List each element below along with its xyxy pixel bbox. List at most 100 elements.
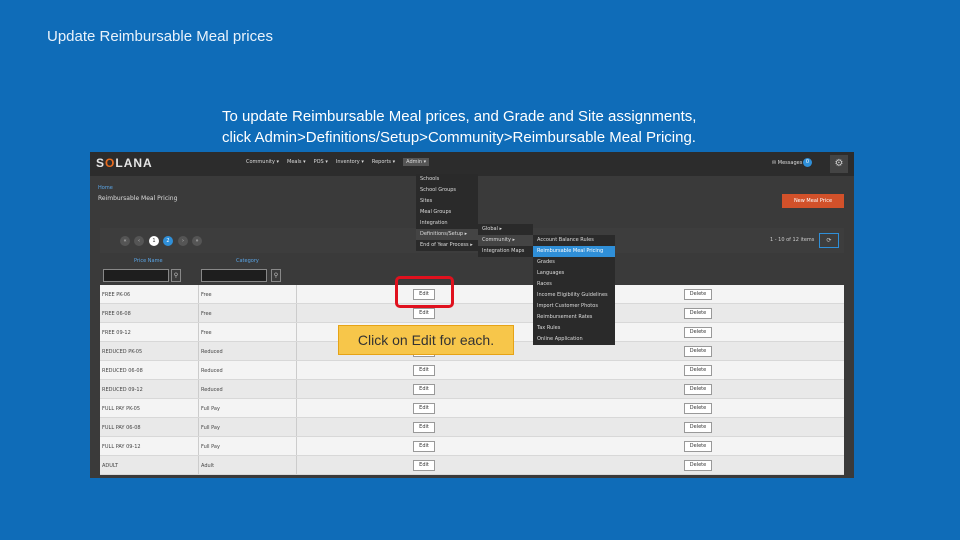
column-divider bbox=[198, 304, 199, 322]
caption-line-2: click Admin>Definitions/Setup>Community>… bbox=[222, 129, 696, 146]
delete-button[interactable]: Delete bbox=[684, 289, 712, 300]
menu-item[interactable]: Grades bbox=[533, 257, 615, 268]
column-header-category[interactable]: Category bbox=[236, 258, 259, 264]
edit-callout: Click on Edit for each. bbox=[338, 325, 514, 355]
delete-button[interactable]: Delete bbox=[684, 441, 712, 452]
pager-last-button[interactable]: » bbox=[192, 236, 202, 246]
menu-item[interactable]: School Groups bbox=[416, 185, 478, 196]
menu-item[interactable]: Global ▸ bbox=[478, 224, 533, 235]
category-cell: Free bbox=[201, 311, 212, 317]
edit-button[interactable]: Edit bbox=[413, 422, 435, 433]
breadcrumb[interactable]: Home bbox=[98, 185, 113, 191]
delete-button[interactable]: Delete bbox=[684, 308, 712, 319]
delete-button[interactable]: Delete bbox=[684, 346, 712, 357]
delete-button[interactable]: Delete bbox=[684, 327, 712, 338]
messages-link[interactable]: ✉ Messages bbox=[772, 160, 802, 166]
column-divider bbox=[296, 361, 297, 379]
price-name-cell: FULL PAY 09-12 bbox=[102, 444, 141, 450]
grid-header: Price Name Category ⚲ ⚲ bbox=[100, 253, 844, 285]
category-cell: Reduced bbox=[201, 368, 223, 374]
column-divider bbox=[296, 456, 297, 474]
delete-button[interactable]: Delete bbox=[684, 365, 712, 376]
nav-admin[interactable]: Admin ▾ bbox=[403, 158, 430, 166]
edit-button[interactable]: Edit bbox=[413, 441, 435, 452]
edit-button[interactable]: Edit bbox=[413, 365, 435, 376]
menu-item[interactable]: Definitions/Setup ▸ bbox=[416, 229, 478, 240]
column-divider bbox=[296, 380, 297, 398]
table-row: FREE 06-08 Free Edit Delete bbox=[100, 304, 844, 323]
delete-button[interactable]: Delete bbox=[684, 460, 712, 471]
column-divider bbox=[198, 418, 199, 436]
pager-page-1[interactable]: 1 bbox=[149, 236, 159, 246]
edit-button[interactable]: Edit bbox=[413, 460, 435, 471]
column-divider bbox=[198, 380, 199, 398]
logo-text-o: O bbox=[105, 156, 116, 170]
column-divider bbox=[198, 342, 199, 360]
nav-pos[interactable]: POS ▾ bbox=[314, 159, 328, 166]
column-divider bbox=[296, 285, 297, 303]
messages-label: Messages bbox=[777, 160, 803, 166]
gear-icon[interactable]: ⚙ bbox=[830, 155, 848, 173]
column-divider bbox=[296, 323, 297, 341]
grid-rows: FREE PK-06 Free Edit Delete FREE 06-08 Free Ed… bbox=[100, 285, 844, 475]
menu-item[interactable]: Sites bbox=[416, 196, 478, 207]
new-meal-price-button[interactable]: New Meal Price bbox=[782, 194, 844, 208]
table-row: FULL PAY PK-05 Full Pay Edit Delete bbox=[100, 399, 844, 418]
edit-button[interactable]: Edit bbox=[413, 403, 435, 414]
delete-button[interactable]: Delete bbox=[684, 422, 712, 433]
menu-item[interactable]: Tax Rules bbox=[533, 323, 615, 334]
column-divider bbox=[296, 437, 297, 455]
price-name-filter-input[interactable] bbox=[103, 269, 169, 282]
delete-button[interactable]: Delete bbox=[684, 403, 712, 414]
edit-button[interactable]: Edit bbox=[413, 384, 435, 395]
menu-item[interactable]: Schools bbox=[416, 174, 478, 185]
table-row: FREE PK-06 Free Edit Delete bbox=[100, 285, 844, 304]
menu-item[interactable]: End of Year Process ▸ bbox=[416, 240, 478, 251]
menu-item[interactable]: Online Application bbox=[533, 334, 615, 345]
messages-count-badge: 0 bbox=[803, 158, 812, 167]
price-name-cell: REDUCED PK-05 bbox=[102, 349, 143, 355]
category-cell: Reduced bbox=[201, 387, 223, 393]
caption-line-1: To update Reimbursable Meal prices, and … bbox=[222, 108, 697, 125]
edit-highlight-box bbox=[395, 276, 454, 308]
delete-button[interactable]: Delete bbox=[684, 384, 712, 395]
price-name-cell: REDUCED 09-12 bbox=[102, 387, 143, 393]
menu-item[interactable]: Meal Groups bbox=[416, 207, 478, 218]
menu-item[interactable]: Income Eligibility Guidelines bbox=[533, 290, 615, 301]
menu-item[interactable]: Integration bbox=[416, 218, 478, 229]
nav-reports[interactable]: Reports ▾ bbox=[372, 159, 395, 166]
menu-item[interactable]: Reimbursable Meal Pricing bbox=[533, 246, 615, 257]
nav-inventory[interactable]: Inventory ▾ bbox=[336, 159, 364, 166]
slide-title: Update Reimbursable Meal prices bbox=[47, 28, 273, 45]
menu-item[interactable]: Reimbursement Rates bbox=[533, 312, 615, 323]
refresh-icon[interactable]: ⟳ bbox=[819, 233, 839, 248]
table-row: FULL PAY 09-12 Full Pay Edit Delete bbox=[100, 437, 844, 456]
filter-icon[interactable]: ⚲ bbox=[271, 269, 281, 282]
app-screenshot: SOLANA Community ▾ Meals ▾ POS ▾ Invento… bbox=[90, 152, 854, 478]
pager-next-button[interactable]: › bbox=[178, 236, 188, 246]
nav-meals[interactable]: Meals ▾ bbox=[287, 159, 306, 166]
price-name-cell: REDUCED 06-08 bbox=[102, 368, 143, 374]
menu-item[interactable]: Languages bbox=[533, 268, 615, 279]
nav-community[interactable]: Community ▾ bbox=[246, 159, 279, 166]
column-divider bbox=[198, 456, 199, 474]
menu-item[interactable]: Integration Maps bbox=[478, 246, 533, 257]
price-name-cell: FULL PAY 06-08 bbox=[102, 425, 141, 431]
community-submenu: Account Balance Rules Reimbursable Meal P… bbox=[533, 235, 615, 345]
menu-item[interactable]: Import Customer Photos bbox=[533, 301, 615, 312]
column-divider bbox=[296, 418, 297, 436]
column-header-price-name[interactable]: Price Name bbox=[134, 258, 163, 264]
edit-button[interactable]: Edit bbox=[413, 308, 435, 319]
category-filter-input[interactable] bbox=[201, 269, 267, 282]
menu-item[interactable]: Community ▸ bbox=[478, 235, 533, 246]
menu-item[interactable]: Account Balance Rules bbox=[533, 235, 615, 246]
pager-prev-button[interactable]: ‹ bbox=[134, 236, 144, 246]
table-row: FULL PAY 06-08 Full Pay Edit Delete bbox=[100, 418, 844, 437]
solana-logo[interactable]: SOLANA bbox=[96, 156, 153, 170]
menu-item[interactable]: Races bbox=[533, 279, 615, 290]
filter-icon[interactable]: ⚲ bbox=[171, 269, 181, 282]
slide-caption: To update Reimbursable Meal prices, and … bbox=[222, 106, 696, 148]
pager-first-button[interactable]: « bbox=[120, 236, 130, 246]
pager-page-2[interactable]: 2 bbox=[163, 236, 173, 246]
logo-text-rest: LANA bbox=[115, 156, 153, 170]
